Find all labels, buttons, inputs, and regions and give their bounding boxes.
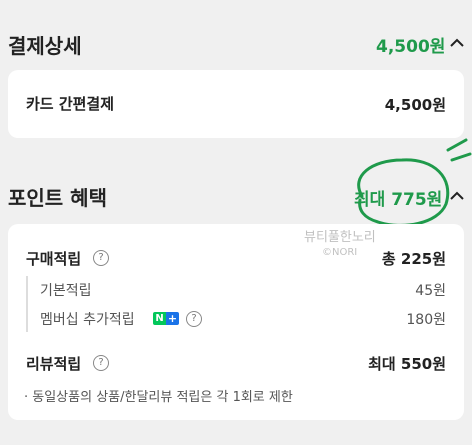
watermark-copyright: ©NORI: [322, 247, 358, 258]
help-icon[interactable]: ?: [93, 250, 109, 266]
help-icon[interactable]: ?: [93, 355, 109, 371]
naver-plus-membership-icon: N +: [153, 312, 179, 325]
basic-points-value: 45원: [415, 283, 446, 299]
point-benefit-title: 포인트 혜택: [8, 186, 107, 210]
highlight-circle-mark: [357, 138, 472, 227]
review-limit-note: · 동일상품의 상품/한달리뷰 적립은 각 1회로 제한: [24, 390, 293, 405]
purchase-points-label: 구매적립: [26, 250, 82, 268]
indent-divider: [26, 276, 28, 332]
payment-detail-card: 카드 간편결제 4,500원: [8, 70, 464, 138]
watermark-text: 뷰티풀한노리: [304, 230, 376, 245]
card-payment-label: 카드 간편결제: [26, 95, 115, 113]
point-benefit-card: 구매적립 ? 총 225원 기본적립 45원 멤버십 추가적립 N + ? 18…: [8, 224, 464, 420]
payment-detail-header[interactable]: 결제상세 4,500원: [0, 28, 472, 58]
payment-detail-amount: 4,500원: [376, 37, 446, 57]
card-payment-value: 4,500원: [384, 96, 446, 114]
membership-points-value: 180원: [406, 312, 446, 328]
purchase-points-value: 총 225원: [381, 250, 446, 268]
help-icon[interactable]: ?: [186, 311, 202, 327]
payment-detail-title: 결제상세: [8, 34, 82, 58]
review-points-value: 최대 550원: [368, 355, 446, 373]
chevron-up-icon[interactable]: [448, 34, 466, 52]
basic-points-label: 기본적립: [40, 283, 92, 299]
membership-points-label: 멤버십 추가적립: [40, 312, 135, 328]
review-points-label: 리뷰적립: [26, 355, 82, 373]
